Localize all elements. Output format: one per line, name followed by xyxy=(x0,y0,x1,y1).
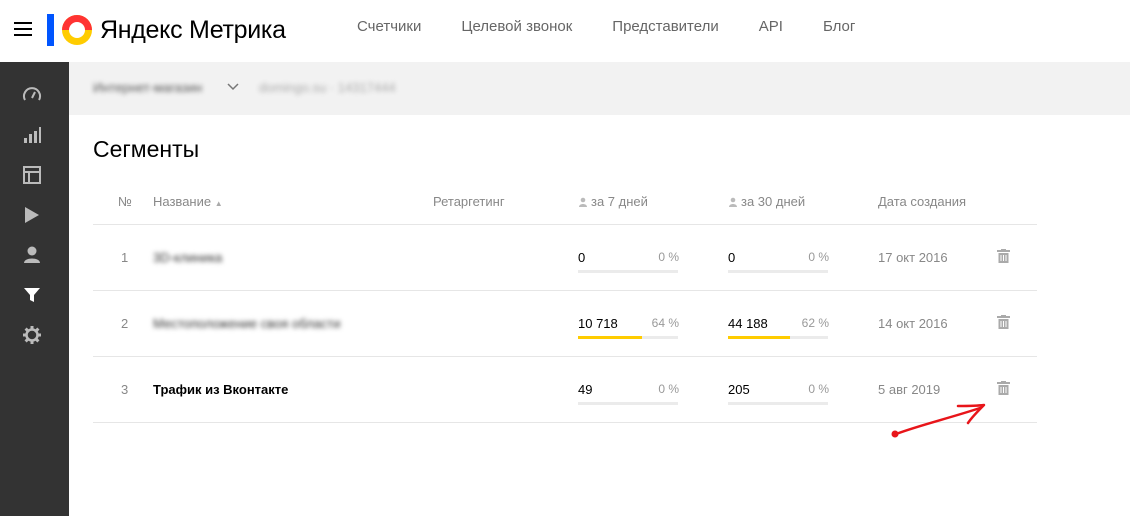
nav-target-call[interactable]: Целевой звонок xyxy=(461,18,572,35)
nav-representatives[interactable]: Представители xyxy=(612,18,718,35)
layout-icon xyxy=(23,166,41,184)
col-header-month: за 30 дней xyxy=(728,194,805,209)
created-date: 17 окт 2016 xyxy=(878,250,948,265)
trash-icon[interactable] xyxy=(997,381,1010,395)
col-header-week: за 7 дней xyxy=(578,194,648,209)
row-divider xyxy=(93,356,1037,357)
month-percent: 0 % xyxy=(808,382,829,396)
sidebar-item-webvisor[interactable] xyxy=(0,195,69,235)
gear-icon xyxy=(23,326,41,344)
week-percent: 0 % xyxy=(658,382,679,396)
filter-icon xyxy=(24,288,40,302)
month-bar xyxy=(728,270,828,273)
month-value: 44 188 xyxy=(728,316,768,331)
annotation-arrow-icon xyxy=(891,403,986,438)
play-icon xyxy=(25,207,39,223)
dashboard-icon xyxy=(23,87,41,101)
sidebar-item-settings[interactable] xyxy=(0,315,69,355)
counter-name[interactable]: Интернет-магазин xyxy=(93,80,202,95)
sidebar-item-reports[interactable] xyxy=(0,115,69,155)
top-nav: Счетчики Целевой звонок Представители AP… xyxy=(357,18,895,35)
sidebar-item-dashboard[interactable] xyxy=(0,75,69,115)
month-percent: 0 % xyxy=(808,250,829,264)
trash-icon[interactable] xyxy=(997,315,1010,329)
row-number: 2 xyxy=(121,316,129,331)
user-icon xyxy=(24,246,40,263)
reports-icon xyxy=(24,127,41,143)
created-date: 14 окт 2016 xyxy=(878,316,948,331)
row-divider xyxy=(93,290,1037,291)
week-percent: 64 % xyxy=(651,316,679,330)
week-value: 0 xyxy=(578,250,586,265)
month-bar xyxy=(728,336,828,339)
week-bar xyxy=(578,270,678,273)
trash-icon[interactable] xyxy=(997,249,1010,263)
counter-site: domingo.su · 14317444 xyxy=(259,80,396,95)
logo-product: Метрика xyxy=(188,15,286,44)
month-value: 0 xyxy=(728,250,736,265)
segment-name[interactable]: Местоположение своя области xyxy=(153,316,341,331)
month-value: 205 xyxy=(728,382,750,397)
week-bar xyxy=(578,402,678,405)
user-icon xyxy=(729,197,737,207)
week-percent: 0 % xyxy=(658,250,679,264)
counter-bar: Интернет-магазин domingo.su · 14317444 xyxy=(69,62,1130,115)
sort-asc-icon: ▲ xyxy=(214,199,223,208)
top-bar: Яндекс Метрика Счетчики Целевой звонок П… xyxy=(0,0,1130,62)
sidebar xyxy=(0,62,69,516)
metrika-logo-icon xyxy=(47,14,92,46)
col-header-retargeting: Ретаргетинг xyxy=(433,194,505,209)
col-header-created: Дата создания xyxy=(878,194,967,209)
week-bar xyxy=(578,336,678,339)
row-number: 3 xyxy=(121,382,129,397)
row-number: 1 xyxy=(121,250,129,265)
chevron-down-icon[interactable] xyxy=(227,83,239,91)
nav-counters[interactable]: Счетчики xyxy=(357,18,421,35)
month-bar xyxy=(728,402,828,405)
col-header-name[interactable]: Название ▲ xyxy=(153,194,223,209)
col-header-month-label: за 30 дней xyxy=(741,194,806,209)
sidebar-item-layout[interactable] xyxy=(0,155,69,195)
menu-icon[interactable] xyxy=(14,22,32,36)
week-bar-fill xyxy=(578,336,642,339)
week-value: 49 xyxy=(578,382,593,397)
sidebar-item-audience[interactable] xyxy=(0,235,69,275)
segment-name[interactable]: 3D-клиника xyxy=(153,250,222,265)
logo-brand: Яндекс xyxy=(100,15,183,44)
col-header-name-label: Название xyxy=(153,194,212,209)
month-percent: 62 % xyxy=(801,316,829,330)
col-header-week-label: за 7 дней xyxy=(591,194,648,209)
col-header-number: № xyxy=(118,194,132,209)
logo[interactable]: Яндекс Метрика xyxy=(46,12,286,48)
page-title: Сегменты xyxy=(93,136,200,162)
segment-name[interactable]: Трафик из Вконтакте xyxy=(153,382,288,397)
nav-blog[interactable]: Блог xyxy=(823,18,855,35)
nav-api[interactable]: API xyxy=(759,18,783,35)
user-icon xyxy=(579,197,587,207)
row-divider xyxy=(93,224,1037,225)
month-bar-fill xyxy=(728,336,790,339)
sidebar-item-segments[interactable] xyxy=(0,275,69,315)
week-value: 10 718 xyxy=(578,316,618,331)
